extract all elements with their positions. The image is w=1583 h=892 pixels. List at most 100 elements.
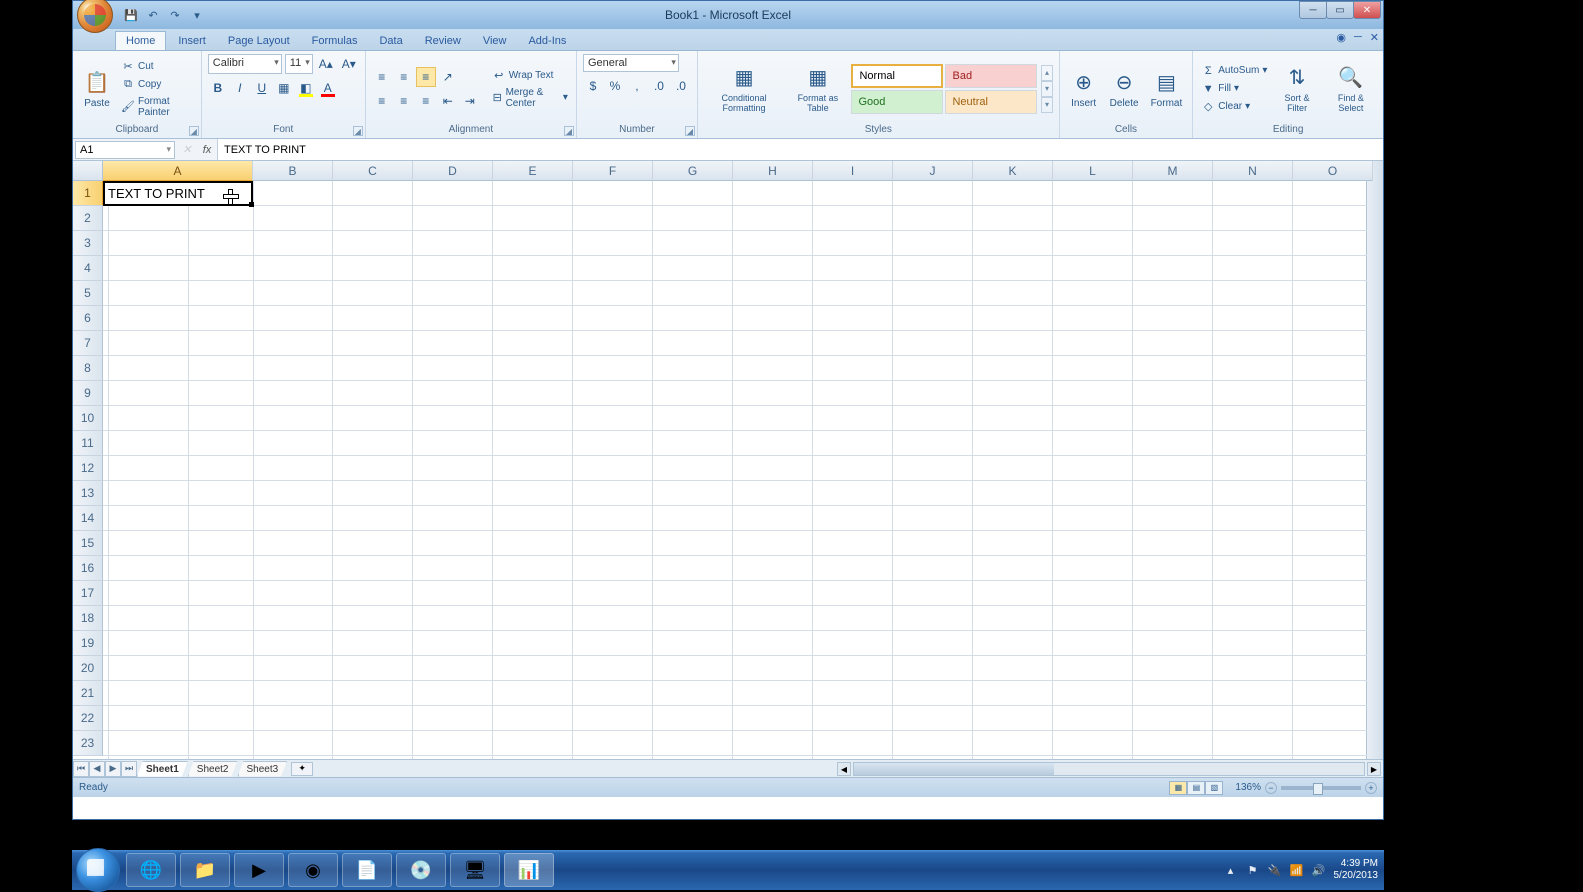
tray-power-icon[interactable]: 🔌 (1268, 863, 1282, 877)
sheet-nav-first[interactable]: ⏮ (73, 761, 89, 777)
align-bottom-icon[interactable]: ≡ (416, 67, 436, 87)
alignment-launcher[interactable]: ◢ (564, 126, 574, 136)
column-header-d[interactable]: D (413, 161, 493, 181)
row-header-17[interactable]: 17 (73, 581, 103, 606)
new-sheet-button[interactable]: ✦ (291, 762, 313, 776)
format-cells-button[interactable]: ▤Format (1147, 66, 1187, 111)
merge-center-button[interactable]: ⊟Merge & Center ▾ (490, 86, 570, 110)
sheet-tab-3[interactable]: Sheet3 (238, 761, 288, 777)
taskbar-chrome-icon[interactable]: ◉ (288, 853, 338, 887)
redo-icon[interactable]: ↷ (167, 7, 183, 23)
minimize-button[interactable]: ─ (1299, 1, 1327, 19)
align-top-icon[interactable]: ≡ (372, 67, 392, 87)
column-header-e[interactable]: E (493, 161, 573, 181)
name-box[interactable]: A1 (75, 141, 175, 159)
row-header-5[interactable]: 5 (73, 281, 103, 306)
tab-page-layout[interactable]: Page Layout (218, 32, 300, 50)
borders-button[interactable]: ▦ (274, 78, 294, 98)
row-header-19[interactable]: 19 (73, 631, 103, 656)
help-icon[interactable]: ◉ (1336, 31, 1346, 44)
find-select-button[interactable]: 🔍Find & Select (1325, 62, 1377, 116)
row-header-2[interactable]: 2 (73, 206, 103, 231)
tab-insert[interactable]: Insert (168, 32, 216, 50)
column-header-j[interactable]: J (893, 161, 973, 181)
row-header-9[interactable]: 9 (73, 381, 103, 406)
column-header-n[interactable]: N (1213, 161, 1293, 181)
row-header-21[interactable]: 21 (73, 681, 103, 706)
copy-button[interactable]: ⧉Copy (119, 77, 195, 93)
zoom-in-button[interactable]: + (1365, 782, 1377, 794)
format-painter-button[interactable]: 🖌Format Painter (119, 95, 195, 119)
undo-icon[interactable]: ↶ (145, 7, 161, 23)
taskbar-excel-icon[interactable]: 📊 (504, 853, 554, 887)
fill-button[interactable]: ▼Fill ▾ (1199, 81, 1269, 97)
shrink-font-icon[interactable]: A▾ (339, 54, 359, 74)
row-header-7[interactable]: 7 (73, 331, 103, 356)
zoom-slider[interactable] (1281, 786, 1361, 790)
tab-data[interactable]: Data (369, 32, 412, 50)
font-color-button[interactable]: A (318, 78, 338, 98)
row-header-16[interactable]: 16 (73, 556, 103, 581)
taskbar-app-icon[interactable]: 💿 (396, 853, 446, 887)
row-header-18[interactable]: 18 (73, 606, 103, 631)
style-good[interactable]: Good (851, 90, 943, 114)
row-header-22[interactable]: 22 (73, 706, 103, 731)
wrap-text-button[interactable]: ↩Wrap Text (490, 68, 570, 84)
underline-button[interactable]: U (252, 78, 272, 98)
font-name-select[interactable]: Calibri (208, 54, 282, 74)
taskbar-ie-icon[interactable]: 🌐 (126, 853, 176, 887)
orientation-icon[interactable]: ↗ (438, 67, 458, 87)
maximize-button[interactable]: ▭ (1326, 1, 1354, 19)
paste-button[interactable]: 📋 Paste (79, 66, 115, 111)
column-header-i[interactable]: I (813, 161, 893, 181)
save-icon[interactable]: 💾 (123, 7, 139, 23)
style-neutral[interactable]: Neutral (945, 90, 1037, 114)
tray-flag-icon[interactable]: ⚑ (1246, 863, 1260, 877)
doc-close-icon[interactable]: ✕ (1370, 31, 1379, 44)
sheet-tab-2[interactable]: Sheet2 (188, 761, 238, 777)
view-page-break-icon[interactable]: ▧ (1205, 781, 1223, 795)
font-size-select[interactable]: 11 (285, 54, 313, 74)
row-header-20[interactable]: 20 (73, 656, 103, 681)
delete-cells-button[interactable]: ⊖Delete (1106, 66, 1143, 111)
tab-add-ins[interactable]: Add-Ins (518, 32, 576, 50)
column-header-c[interactable]: C (333, 161, 413, 181)
increase-indent-icon[interactable]: ⇥ (460, 91, 480, 111)
decrease-decimal-icon[interactable]: .0 (671, 76, 691, 96)
column-header-m[interactable]: M (1133, 161, 1213, 181)
hscroll-left[interactable]: ◀ (837, 762, 851, 776)
zoom-out-button[interactable]: − (1265, 782, 1277, 794)
clipboard-launcher[interactable]: ◢ (189, 126, 199, 136)
bold-button[interactable]: B (208, 78, 228, 98)
row-header-23[interactable]: 23 (73, 731, 103, 756)
tab-home[interactable]: Home (115, 31, 166, 50)
percent-icon[interactable]: % (605, 76, 625, 96)
align-middle-icon[interactable]: ≡ (394, 67, 414, 87)
row-header-6[interactable]: 6 (73, 306, 103, 331)
style-normal[interactable]: Normal (851, 64, 943, 88)
sheet-nav-next[interactable]: ▶ (105, 761, 121, 777)
styles-down-icon[interactable]: ▾ (1041, 81, 1052, 97)
currency-icon[interactable]: $ (583, 76, 603, 96)
spreadsheet-grid[interactable]: ABCDEFGHIJKLMNO 123456789101112131415161… (73, 161, 1383, 759)
align-right-icon[interactable]: ≡ (416, 91, 436, 111)
taskbar-explorer-icon[interactable]: 📁 (180, 853, 230, 887)
hscroll-right[interactable]: ▶ (1367, 762, 1381, 776)
tray-network-icon[interactable]: 📶 (1290, 863, 1304, 877)
close-button[interactable]: ✕ (1353, 1, 1381, 19)
comma-icon[interactable]: , (627, 76, 647, 96)
number-format-select[interactable]: General (583, 54, 679, 72)
fill-color-button[interactable]: ◧ (296, 78, 316, 98)
view-normal-icon[interactable]: ▦ (1169, 781, 1187, 795)
clear-button[interactable]: ◇Clear ▾ (1199, 99, 1269, 115)
tray-hidden-icon[interactable]: ▴ (1224, 863, 1238, 877)
italic-button[interactable]: I (230, 78, 250, 98)
taskbar-notepad-icon[interactable]: 📄 (342, 853, 392, 887)
row-header-12[interactable]: 12 (73, 456, 103, 481)
taskbar-app2-icon[interactable]: 🖥 (450, 853, 500, 887)
start-button[interactable] (76, 848, 120, 892)
format-as-table-button[interactable]: ▦ Format as Table (788, 62, 847, 116)
row-header-4[interactable]: 4 (73, 256, 103, 281)
cut-button[interactable]: ✂Cut (119, 59, 195, 75)
autosum-button[interactable]: ΣAutoSum ▾ (1199, 63, 1269, 79)
